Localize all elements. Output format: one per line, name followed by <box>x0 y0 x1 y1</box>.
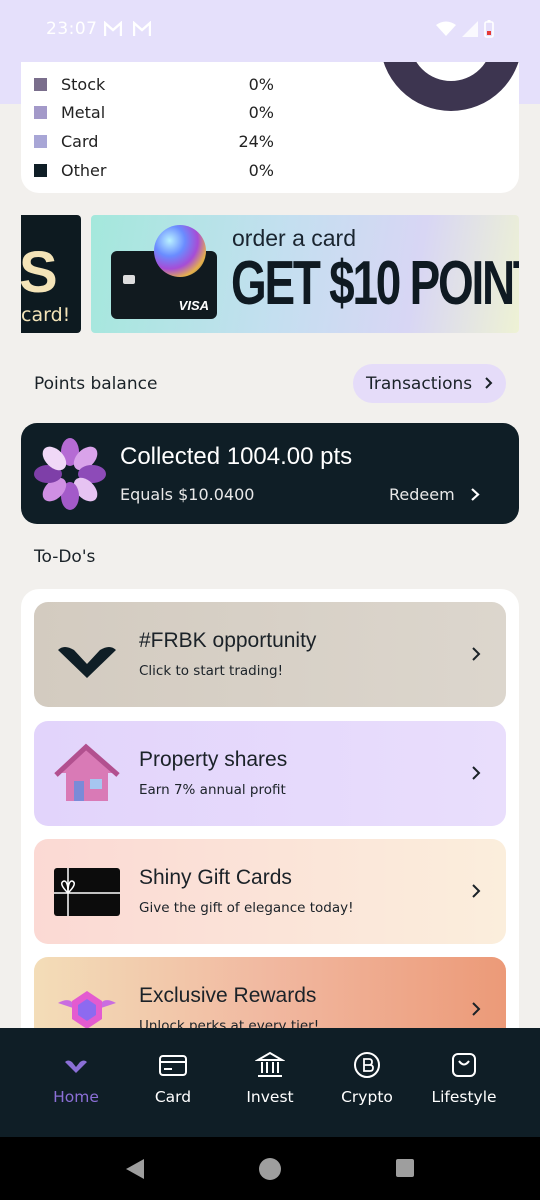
wifi-icon <box>436 21 456 36</box>
nav-crypto[interactable]: Crypto <box>317 1050 417 1106</box>
todo-list: #FRBK opportunity Click to start trading… <box>21 589 519 1049</box>
bitcoin-icon <box>354 1052 380 1078</box>
todo-item-gift-cards[interactable]: Shiny Gift Cards Give the gift of elegan… <box>34 839 506 944</box>
allocation-pct: 24% <box>238 131 274 151</box>
allocation-label: Metal <box>61 102 106 122</box>
nav-label: Invest <box>246 1088 294 1106</box>
nav-label: Crypto <box>341 1088 393 1106</box>
nav-label: Lifestyle <box>431 1088 497 1106</box>
todo-item-property[interactable]: Property shares Earn 7% annual profit <box>34 721 506 826</box>
allocation-label: Card <box>61 131 99 151</box>
todo-title: #FRBK opportunity <box>139 629 317 652</box>
allocation-card: Stock 0% Metal 0% Card 24% Other 0% <box>21 40 519 193</box>
card-icon <box>159 1055 187 1076</box>
chevron-right-icon <box>472 1002 481 1016</box>
allocation-pct: 0% <box>248 160 274 180</box>
back-icon[interactable] <box>124 1157 146 1181</box>
status-bar: 23:07 <box>0 0 540 62</box>
legend-swatch <box>34 163 47 177</box>
points-balance-card[interactable]: Collected 1004.00 pts Equals $10.0400 Re… <box>21 423 519 524</box>
signal-icon <box>462 21 478 37</box>
card-chip-icon <box>123 275 135 284</box>
gmail-icon <box>104 21 122 36</box>
gift-card-icon <box>54 868 120 916</box>
todo-subtitle: Click to start trading! <box>139 663 284 679</box>
allocation-label: Stock <box>61 74 106 94</box>
promo-left-text: S <box>21 240 58 305</box>
points-section-title: Points balance <box>34 374 158 394</box>
allocation-row: Other 0% <box>34 159 274 181</box>
promo-left-caption: card! <box>21 304 71 326</box>
transactions-button[interactable]: Transactions <box>353 364 506 403</box>
bottom-navigation: Home Card Invest Crypto Lifestyle <box>0 1028 540 1137</box>
legend-swatch <box>34 105 47 119</box>
chevron-right-icon <box>485 377 493 389</box>
todo-subtitle: Give the gift of elegance today! <box>139 900 354 916</box>
holographic-orb-icon <box>154 225 206 277</box>
redeem-link[interactable]: Redeem <box>389 485 455 504</box>
todo-title: Exclusive Rewards <box>139 984 317 1007</box>
legend-swatch <box>34 77 47 91</box>
todo-item-frbk[interactable]: #FRBK opportunity Click to start trading… <box>34 602 506 707</box>
system-navigation-bar <box>0 1137 540 1200</box>
allocation-row: Card 24% <box>34 130 274 152</box>
todo-title: Property shares <box>139 748 288 771</box>
nav-invest[interactable]: Invest <box>220 1050 320 1106</box>
promo-banner-previous[interactable]: S card! <box>21 215 81 333</box>
transactions-label: Transactions <box>366 373 473 394</box>
recents-icon[interactable] <box>395 1158 415 1178</box>
allocation-pct: 0% <box>248 102 274 122</box>
flower-logo-icon <box>34 438 106 510</box>
home-logo-icon <box>65 1060 87 1073</box>
legend-swatch <box>34 134 47 148</box>
gmail-icon <box>133 21 151 36</box>
todo-title: Shiny Gift Cards <box>139 866 292 889</box>
frbk-logo-icon <box>58 647 116 678</box>
nav-lifestyle[interactable]: Lifestyle <box>414 1050 514 1106</box>
nav-home[interactable]: Home <box>26 1050 126 1106</box>
home-button-icon[interactable] <box>258 1157 282 1181</box>
chevron-right-icon <box>472 647 481 661</box>
chevron-right-icon <box>472 884 481 898</box>
allocation-row: Stock 0% <box>34 73 274 95</box>
todos-section-title: To-Do's <box>34 547 96 567</box>
points-collected: Collected 1004.00 pts <box>120 443 353 470</box>
chevron-right-icon <box>471 488 480 501</box>
promo-offer: GET $10 POINTS <box>231 249 519 318</box>
promo-banner[interactable]: VISA order a card GET $10 POINTS <box>91 215 519 333</box>
status-time: 23:07 <box>46 19 98 39</box>
chevron-right-icon <box>472 766 481 780</box>
nav-label: Home <box>53 1088 99 1106</box>
allocation-label: Other <box>61 160 107 180</box>
visa-logo: VISA <box>178 298 209 313</box>
todo-subtitle: Earn 7% annual profit <box>139 782 286 798</box>
bank-icon <box>255 1051 285 1077</box>
nav-card[interactable]: Card <box>123 1050 223 1106</box>
allocation-row: Metal 0% <box>34 101 274 123</box>
house-icon <box>54 743 120 801</box>
allocation-pct: 0% <box>248 74 274 94</box>
points-equivalent: Equals $10.0400 <box>120 485 255 504</box>
nav-label: Card <box>154 1088 192 1106</box>
shopping-bag-icon <box>452 1053 476 1077</box>
battery-icon <box>484 20 494 38</box>
